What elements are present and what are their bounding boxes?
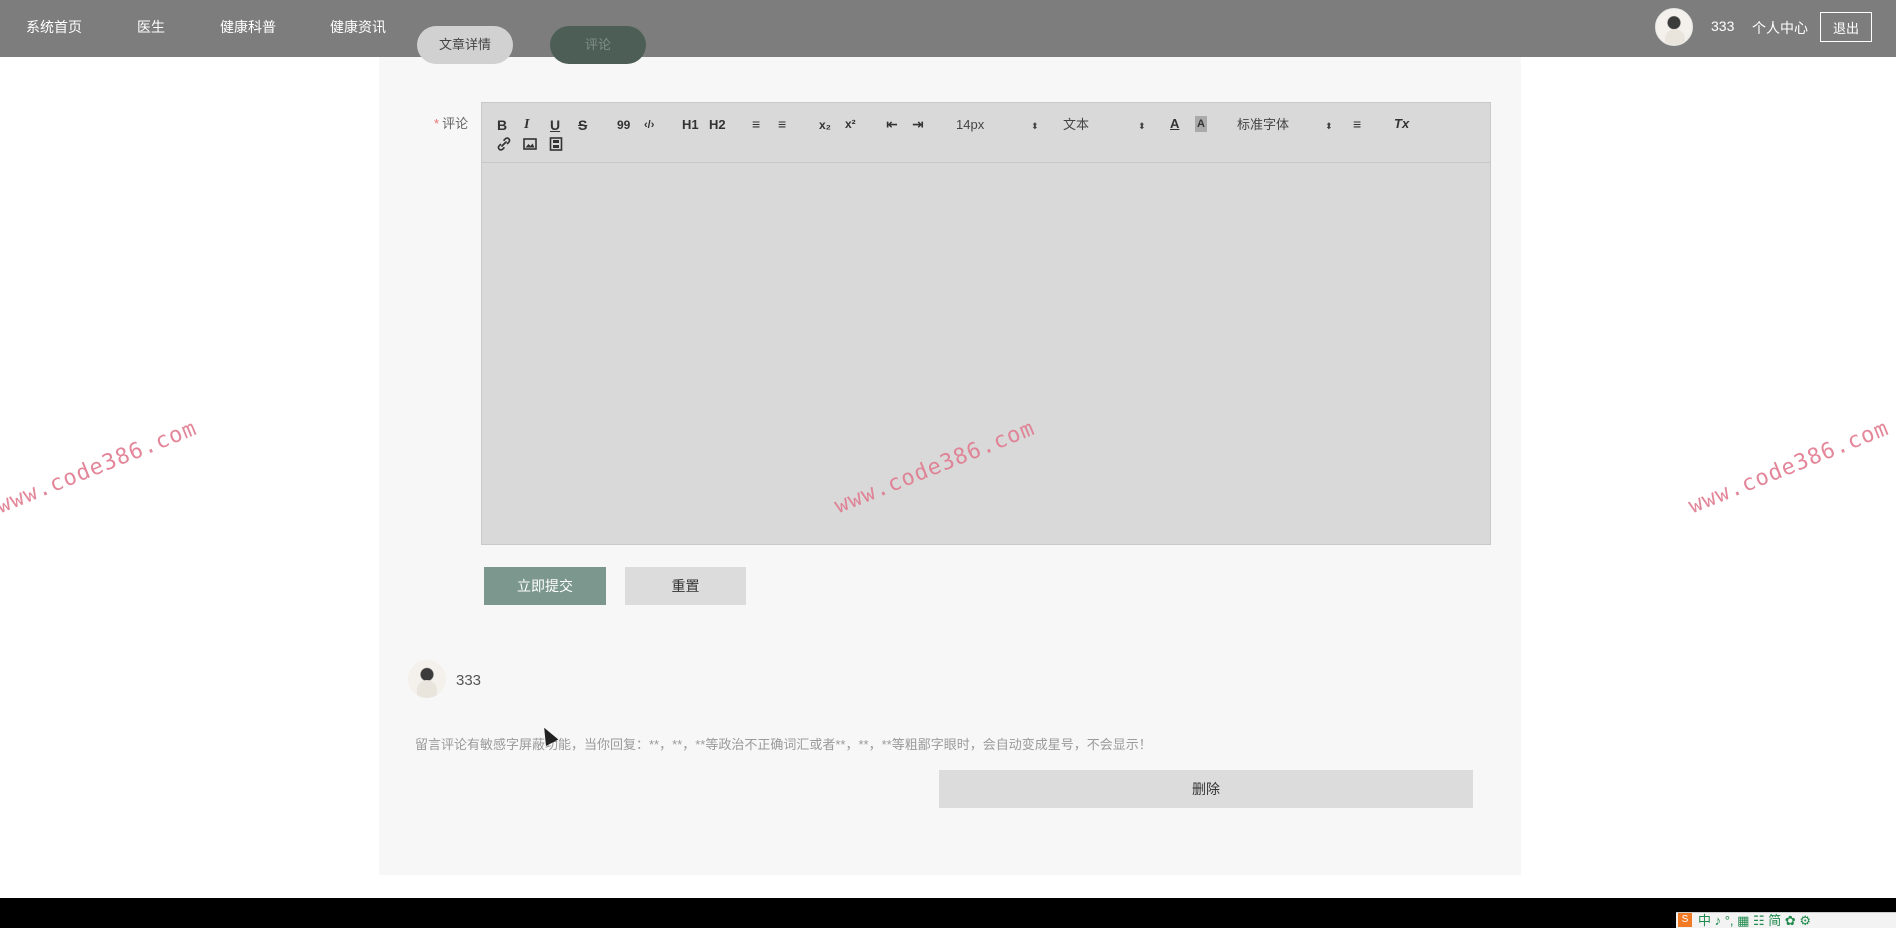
tab-comment[interactable]: 评论	[550, 26, 646, 64]
h2-icon[interactable]: H2	[709, 117, 726, 133]
submit-button[interactable]: 立即提交	[484, 567, 606, 605]
logout-button[interactable]: 退出	[1820, 12, 1872, 42]
blockquote-icon[interactable]: 99	[617, 117, 630, 133]
indent-icon[interactable]: ⇥	[912, 116, 924, 132]
ime-toolbar[interactable]: S 中 ♪ °, ▦ ☷ 简 ✿ ⚙	[1676, 912, 1896, 928]
ime-items: 中 ♪ °, ▦ ☷ 简 ✿ ⚙	[1698, 913, 1812, 928]
watermark: www.code386.com	[0, 415, 201, 520]
background-color-icon[interactable]: A	[1195, 116, 1207, 132]
editor-toolbar: B I U S 99 ‹/› H1 H2 ≡ ≡ x₂ x² ⇤ ⇥ 14px …	[482, 103, 1490, 163]
delete-comment-button[interactable]: 删除	[939, 770, 1473, 808]
font-family-value: 标准字体	[1237, 117, 1290, 132]
nav-doctor[interactable]: 医生	[137, 17, 165, 37]
chevron-updown-icon: ⬍	[1031, 121, 1039, 131]
h1-icon[interactable]: H1	[682, 117, 699, 133]
italic-icon[interactable]: I	[524, 117, 529, 133]
comment-content: 留言评论有敏感字屏蔽功能，当你回复：**，**，**等政治不正确词汇或者**，*…	[415, 737, 1152, 752]
underline-icon[interactable]: U	[550, 117, 560, 133]
video-icon[interactable]	[549, 137, 563, 154]
header-select[interactable]: 文本 ⬍	[1063, 117, 1146, 133]
required-mark: *	[434, 116, 440, 131]
nav-health-science[interactable]: 健康科普	[220, 17, 276, 37]
outdent-icon[interactable]: ⇤	[886, 116, 898, 132]
top-navbar: 系统首页 医生 健康科普 健康资讯 333 个人中心 退出	[0, 0, 1896, 57]
font-family-select[interactable]: 标准字体 ⬍	[1237, 117, 1333, 133]
clear-format-icon[interactable]: Tx	[1394, 116, 1409, 132]
align-icon[interactable]: ≡	[1353, 116, 1361, 132]
link-icon[interactable]	[497, 137, 511, 154]
editor-content-area[interactable]	[482, 164, 1490, 544]
chevron-updown-icon: ⬍	[1325, 121, 1333, 131]
header-value: 文本	[1063, 117, 1090, 132]
font-size-value: 14px	[956, 117, 985, 132]
font-size-select[interactable]: 14px ⬍	[956, 117, 1039, 133]
reset-button[interactable]: 重置	[625, 567, 746, 605]
comment-label-text: 评论	[442, 116, 469, 131]
username-label: 333	[1711, 18, 1735, 34]
comment-field-label: * 评论	[434, 113, 468, 132]
personal-center-link[interactable]: 个人中心	[1752, 18, 1808, 38]
bold-icon[interactable]: B	[497, 117, 507, 133]
nav-health-news[interactable]: 健康资讯	[330, 17, 386, 37]
ime-logo-icon: S	[1678, 913, 1692, 927]
image-icon[interactable]	[523, 137, 537, 154]
nav-home[interactable]: 系统首页	[26, 17, 82, 37]
strike-icon[interactable]: S	[578, 117, 587, 133]
ordered-list-icon[interactable]: ≡	[752, 116, 760, 132]
superscript-icon[interactable]: x²	[845, 116, 856, 132]
watermark: www.code386.com	[1685, 415, 1893, 520]
user-avatar[interactable]	[1655, 8, 1693, 46]
rich-text-editor: B I U S 99 ‹/› H1 H2 ≡ ≡ x₂ x² ⇤ ⇥ 14px …	[481, 102, 1491, 545]
chevron-updown-icon: ⬍	[1138, 121, 1146, 131]
tab-article-detail[interactable]: 文章详情	[417, 26, 513, 64]
subscript-icon[interactable]: x₂	[819, 117, 831, 133]
code-icon[interactable]: ‹/›	[644, 117, 654, 133]
comment-username: 333	[456, 672, 482, 689]
footer-bar	[0, 898, 1896, 928]
font-color-icon[interactable]: A	[1170, 116, 1179, 132]
comment-avatar	[408, 660, 446, 698]
bullet-list-icon[interactable]: ≡	[778, 116, 786, 132]
